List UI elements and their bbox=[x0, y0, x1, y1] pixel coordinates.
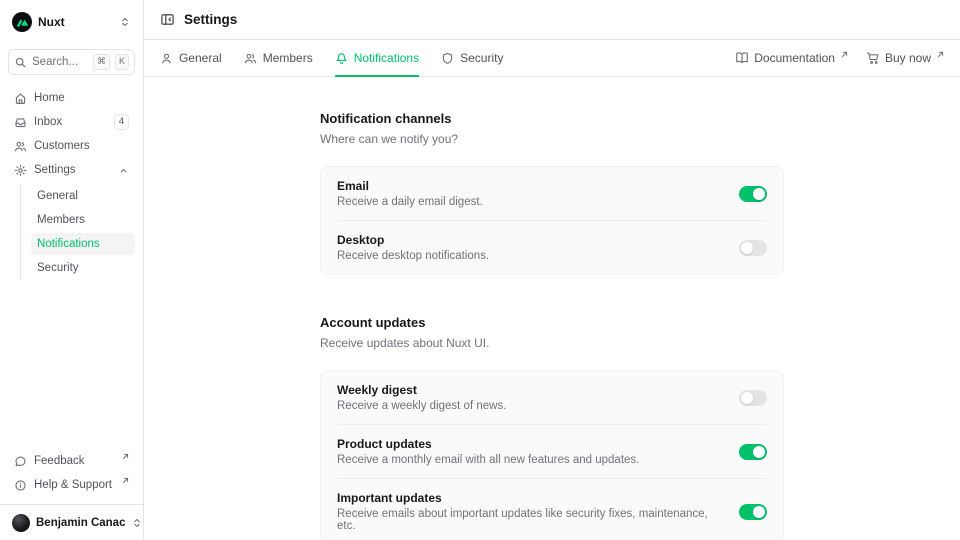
bell-icon bbox=[335, 52, 348, 65]
main-area: Settings General Members Notifications bbox=[144, 0, 960, 540]
user-icon bbox=[160, 52, 173, 65]
section-title: Notification channels bbox=[320, 111, 784, 126]
chevron-up-icon bbox=[118, 165, 129, 176]
user-menu[interactable]: Benjamin Canac bbox=[8, 512, 135, 534]
settings-card: Email Receive a daily email digest. Desk… bbox=[320, 166, 784, 275]
section-description: Where can we notify you? bbox=[320, 132, 784, 146]
email-toggle[interactable] bbox=[739, 186, 767, 202]
tab-notifications[interactable]: Notifications bbox=[335, 40, 419, 76]
settings-card: Weekly digest Receive a weekly digest of… bbox=[320, 370, 784, 540]
settings-tabbar: General Members Notifications Security bbox=[144, 40, 960, 77]
section-description: Receive updates about Nuxt UI. bbox=[320, 336, 784, 350]
setting-row-email: Email Receive a daily email digest. bbox=[337, 167, 767, 220]
settings-gear-icon bbox=[14, 164, 27, 177]
feedback-icon bbox=[14, 455, 27, 468]
workspace-name: Nuxt bbox=[38, 15, 113, 29]
search-input[interactable]: Search... ⌘ K bbox=[8, 49, 135, 75]
sidebar-item-settings-general[interactable]: General bbox=[31, 185, 135, 207]
inbox-icon bbox=[14, 116, 27, 129]
inbox-count-badge: 4 bbox=[114, 114, 129, 129]
setting-description: Receive a monthly email with all new fea… bbox=[337, 454, 715, 466]
sidebar-item-settings-security[interactable]: Security bbox=[31, 257, 135, 279]
users-icon bbox=[244, 52, 257, 65]
setting-description: Receive a weekly digest of news. bbox=[337, 400, 715, 412]
external-link-icon bbox=[122, 475, 129, 487]
page-header: Settings bbox=[144, 0, 960, 40]
toggle-knob bbox=[753, 446, 765, 458]
home-icon bbox=[14, 92, 27, 105]
settings-sub-list: General Members Notifications Security bbox=[20, 185, 135, 279]
sidebar-item-settings[interactable]: Settings bbox=[8, 159, 135, 181]
kbd-k: K bbox=[115, 54, 129, 70]
header-links: Documentation Buy now bbox=[735, 51, 944, 65]
weekly-digest-toggle[interactable] bbox=[739, 390, 767, 406]
shield-icon bbox=[441, 52, 454, 65]
sidebar-footer: Feedback Help & Support bbox=[8, 450, 135, 496]
desktop-toggle[interactable] bbox=[739, 240, 767, 256]
page-title: Settings bbox=[184, 12, 237, 27]
book-open-icon bbox=[735, 51, 749, 65]
setting-title: Important updates bbox=[337, 491, 715, 505]
kbd-meta: ⌘ bbox=[93, 54, 110, 70]
important-updates-toggle[interactable] bbox=[739, 504, 767, 520]
info-circle-icon bbox=[14, 479, 27, 492]
chevron-expand-icon bbox=[131, 517, 143, 529]
setting-description: Receive desktop notifications. bbox=[337, 250, 715, 262]
external-link-icon bbox=[937, 47, 944, 61]
sidebar-item-settings-notifications[interactable]: Notifications bbox=[31, 233, 135, 255]
external-link-icon bbox=[841, 47, 848, 61]
setting-title: Email bbox=[337, 179, 715, 193]
sidebar: Nuxt Search... ⌘ K Home bbox=[0, 0, 144, 540]
tab-members[interactable]: Members bbox=[244, 40, 313, 76]
external-link-icon bbox=[122, 451, 129, 463]
sidebar-item-customers[interactable]: Customers bbox=[8, 135, 135, 157]
setting-title: Desktop bbox=[337, 233, 715, 247]
documentation-link[interactable]: Documentation bbox=[735, 51, 848, 65]
nuxt-logo-icon bbox=[12, 12, 32, 32]
sidebar-item-inbox[interactable]: Inbox 4 bbox=[8, 111, 135, 133]
sidebar-nav: Home Inbox 4 Customers Settings bbox=[8, 87, 135, 279]
section-account-updates: Account updates Receive updates about Nu… bbox=[320, 315, 784, 540]
section-title: Account updates bbox=[320, 315, 784, 330]
shopping-cart-icon bbox=[866, 51, 880, 65]
sidebar-divider bbox=[0, 504, 143, 505]
app-window: Nuxt Search... ⌘ K Home bbox=[0, 0, 960, 540]
product-updates-toggle[interactable] bbox=[739, 444, 767, 460]
toggle-knob bbox=[753, 506, 765, 518]
toggle-knob bbox=[741, 392, 753, 404]
sidebar-spacer bbox=[8, 279, 135, 450]
sidebar-item-help-support[interactable]: Help & Support bbox=[8, 474, 135, 496]
setting-description: Receive emails about important updates l… bbox=[337, 508, 715, 532]
settings-content: Notification channels Where can we notif… bbox=[144, 77, 960, 540]
toggle-knob bbox=[741, 242, 753, 254]
sidebar-item-home[interactable]: Home bbox=[8, 87, 135, 109]
setting-row-desktop: Desktop Receive desktop notifications. bbox=[337, 220, 767, 274]
setting-title: Weekly digest bbox=[337, 383, 715, 397]
search-placeholder: Search... bbox=[32, 56, 88, 68]
sidebar-item-feedback[interactable]: Feedback bbox=[8, 450, 135, 472]
sidebar-item-settings-members[interactable]: Members bbox=[31, 209, 135, 231]
section-notification-channels: Notification channels Where can we notif… bbox=[320, 111, 784, 275]
search-icon bbox=[14, 56, 27, 69]
user-avatar bbox=[12, 514, 30, 532]
setting-description: Receive a daily email digest. bbox=[337, 196, 715, 208]
user-name: Benjamin Canac bbox=[36, 517, 125, 529]
tab-general[interactable]: General bbox=[160, 40, 222, 76]
setting-row-weekly-digest: Weekly digest Receive a weekly digest of… bbox=[337, 371, 767, 424]
workspace-switcher[interactable]: Nuxt bbox=[8, 10, 135, 34]
panel-left-close-icon[interactable] bbox=[160, 12, 175, 27]
chevron-expand-icon bbox=[119, 16, 131, 28]
toggle-knob bbox=[753, 188, 765, 200]
buy-now-link[interactable]: Buy now bbox=[866, 51, 944, 65]
setting-row-product-updates: Product updates Receive a monthly email … bbox=[337, 424, 767, 478]
customers-icon bbox=[14, 140, 27, 153]
setting-row-important-updates: Important updates Receive emails about i… bbox=[337, 478, 767, 540]
tab-security[interactable]: Security bbox=[441, 40, 503, 76]
setting-title: Product updates bbox=[337, 437, 715, 451]
